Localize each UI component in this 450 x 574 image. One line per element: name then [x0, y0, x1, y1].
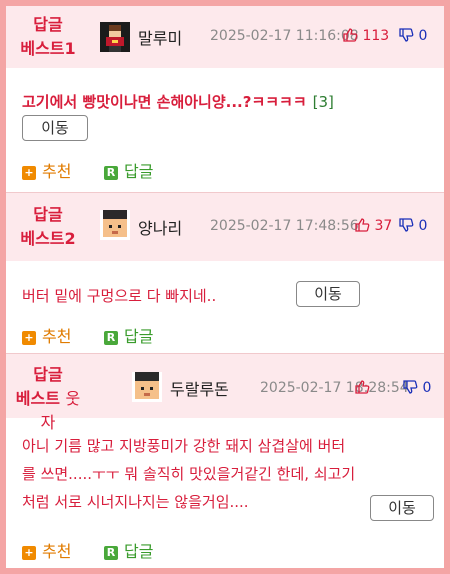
reply-title[interactable]: 고기에서 빵맛이나면 손해아니양...?ㅋㅋㅋㅋ [3] — [22, 91, 334, 112]
nickname[interactable]: 말루미 — [138, 25, 182, 49]
post-date: 2025-02-17 17:48:56 — [210, 218, 359, 234]
plus-icon: + — [22, 166, 36, 180]
reply-header: 답글 베스트 웃자 두랄루돈 2025-02-17 18:28:54 0 — [6, 354, 444, 432]
reply-r-icon: R — [104, 166, 118, 180]
thumbs-down-icon — [399, 28, 414, 42]
post-date: 2025-02-17 11:16:08 — [210, 28, 359, 44]
dislike-count[interactable]: 0 — [398, 27, 427, 44]
user-avatar[interactable] — [100, 210, 130, 240]
best-reply-card: 답글 베스트2 양나리 2025-02-17 17:48:56 37 0 버터 … — [6, 193, 444, 354]
dislike-count[interactable]: 0 — [398, 217, 427, 234]
like-count[interactable]: 113 — [342, 27, 389, 44]
move-button[interactable]: 이동 — [370, 495, 434, 521]
nickname[interactable]: 양나리 — [138, 215, 182, 239]
like-count[interactable] — [354, 379, 370, 396]
user-avatar[interactable] — [100, 22, 130, 52]
rank-label: 답글 베스트1 — [20, 15, 76, 58]
recommend-button[interactable]: + 추천 — [22, 538, 71, 562]
reply-r-icon: R — [104, 331, 118, 345]
reply-button[interactable]: R 답글 — [104, 323, 153, 347]
move-button[interactable]: 이동 — [22, 115, 88, 141]
thumbs-up-icon — [355, 218, 370, 232]
like-count[interactable]: 37 — [354, 217, 392, 234]
reply-header: 답글 베스트2 양나리 2025-02-17 17:48:56 37 0 — [6, 193, 444, 261]
thumbs-up-icon — [343, 28, 358, 42]
recommend-button[interactable]: + 추천 — [22, 323, 71, 347]
dislike-count[interactable]: 0 — [402, 379, 431, 396]
reply-button[interactable]: R 답글 — [104, 538, 153, 562]
move-button[interactable]: 이동 — [296, 281, 360, 307]
rank-label: 답글 베스트 웃자 — [15, 365, 81, 432]
thumbs-up-icon — [355, 380, 370, 394]
rank-label: 답글 베스트2 — [20, 205, 76, 248]
reply-body[interactable]: 버터 밑에 구멍으로 다 빠지네.. — [22, 285, 216, 306]
user-avatar[interactable] — [132, 372, 162, 402]
plus-icon: + — [22, 546, 36, 560]
reply-r-icon: R — [104, 546, 118, 560]
thumbs-down-icon — [403, 380, 418, 394]
comment-count[interactable]: [3] — [313, 93, 334, 111]
reply-body[interactable]: 아니 기름 많고 지방풍미가 강한 돼지 삼겹살에 버터를 쓰면.....ㅜㅜ … — [22, 432, 358, 516]
nickname[interactable]: 두랄루돈 — [170, 376, 229, 400]
best-replies-panel: 답글 베스트1 말루미 2025-02-17 11:16:08 113 0 고기… — [6, 6, 444, 568]
recommend-button[interactable]: + 추천 — [22, 158, 71, 182]
best-reply-card: 답글 베스트1 말루미 2025-02-17 11:16:08 113 0 고기… — [6, 6, 444, 193]
thumbs-down-icon — [399, 218, 414, 232]
reply-button[interactable]: R 답글 — [104, 158, 153, 182]
plus-icon: + — [22, 331, 36, 345]
post-date: 2025-02-17 18:28:54 — [260, 380, 409, 396]
reply-header: 답글 베스트1 말루미 2025-02-17 11:16:08 113 0 — [6, 6, 444, 68]
best-reply-card: 답글 베스트 웃자 두랄루돈 2025-02-17 18:28:54 0 아니 … — [6, 354, 444, 568]
